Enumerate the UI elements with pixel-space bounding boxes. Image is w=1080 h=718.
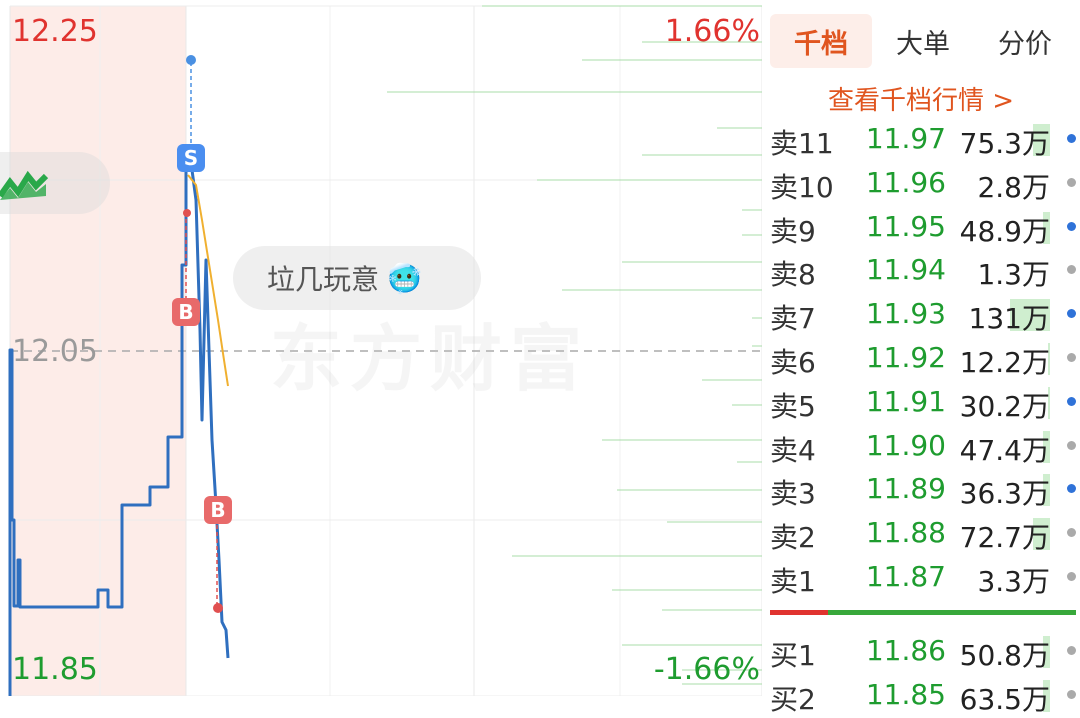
pct-low-label: -1.66% — [653, 652, 760, 687]
ask-row[interactable]: 卖4 11.90 47.4万 — [770, 425, 1080, 467]
price-mid-label: 12.05 — [12, 334, 98, 369]
price-low-label: 11.85 — [12, 652, 98, 687]
row-volume: 2.8万 — [977, 170, 1050, 204]
ask-row[interactable]: 卖5 11.91 30.2万 — [770, 381, 1080, 423]
sell-dot — [186, 55, 196, 65]
order-dot-icon — [1067, 177, 1076, 187]
row-price: 11.97 — [865, 122, 946, 155]
row-label: 买1 — [770, 639, 816, 672]
row-volume: 50.8万 — [959, 639, 1050, 672]
row-price: 11.87 — [865, 560, 946, 593]
pct-high-label: 1.66% — [664, 14, 760, 49]
order-dot-icon — [1067, 309, 1076, 319]
row-price: 11.89 — [865, 472, 946, 506]
row-label: 买2 — [770, 682, 816, 716]
ask-row[interactable]: 卖7 11.93 131万 — [770, 293, 1080, 335]
order-dot-icon — [1067, 134, 1076, 143]
row-price: 11.93 — [865, 297, 946, 331]
view-depth-link[interactable]: 查看千档行情 > — [762, 80, 1080, 117]
row-label: 卖3 — [770, 477, 816, 511]
order-dot-icon — [1067, 484, 1076, 494]
row-volume: 75.3万 — [959, 127, 1050, 160]
order-dot-icon — [1067, 528, 1076, 538]
row-price: 11.92 — [865, 341, 946, 374]
row-volume: 3.3万 — [977, 565, 1050, 598]
ask-row[interactable]: 卖3 11.89 36.3万 — [770, 468, 1080, 510]
order-dot-icon — [1067, 221, 1076, 231]
row-label: 卖4 — [770, 433, 816, 467]
sell-marker-text: S — [184, 146, 198, 170]
row-price: 11.90 — [865, 428, 946, 462]
row-label: 卖2 — [770, 521, 816, 555]
price-high-label: 12.25 — [12, 14, 98, 49]
order-dot-icon — [1067, 572, 1076, 581]
order-dot-icon — [1067, 646, 1076, 655]
row-volume: 131万 — [968, 302, 1050, 336]
row-label: 卖8 — [770, 258, 816, 292]
row-price: 11.85 — [865, 677, 946, 711]
row-volume: 12.2万 — [959, 346, 1050, 379]
order-dot-icon — [1067, 353, 1076, 362]
trend-icon — [0, 170, 49, 200]
bid-row[interactable]: 买1 11.86 50.8万 — [770, 630, 1080, 672]
gift-message-pill[interactable]: 垃几玩意 🥶 — [233, 246, 481, 310]
trend-bubble[interactable] — [0, 152, 110, 214]
order-dot-icon — [1067, 396, 1076, 406]
row-volume: 48.9万 — [959, 214, 1050, 248]
gift-emoji-icon: 🥶 — [387, 261, 422, 295]
order-dot-icon — [1067, 689, 1076, 699]
row-label: 卖1 — [770, 565, 816, 598]
row-price: 11.95 — [865, 209, 946, 243]
ask-row[interactable]: 卖1 11.87 3.3万 — [770, 556, 1080, 598]
row-label: 卖10 — [770, 170, 834, 204]
row-volume: 30.2万 — [959, 389, 1050, 423]
order-dot-icon — [1067, 440, 1076, 450]
ask-row[interactable]: 卖8 11.94 1.3万 — [770, 249, 1080, 291]
order-dot-icon — [1067, 265, 1076, 275]
panel-tabs: 千档 大单 分价 — [770, 14, 1076, 68]
tab-price-distribution[interactable]: 分价 — [974, 14, 1076, 68]
row-volume: 1.3万 — [977, 258, 1050, 292]
row-volume: 72.7万 — [959, 521, 1050, 555]
buy-dot-1 — [183, 209, 191, 217]
row-price: 11.96 — [865, 165, 946, 199]
row-label: 卖5 — [770, 389, 816, 423]
watermark: 东方财富 — [270, 317, 591, 401]
ask-row[interactable]: 卖6 11.92 12.2万 — [770, 337, 1080, 379]
row-price: 11.91 — [865, 384, 946, 418]
bid-ask-ratio-bar — [770, 610, 1076, 615]
ask-row[interactable]: 卖11 11.97 75.3万 — [770, 118, 1080, 160]
ask-row[interactable]: 卖2 11.88 72.7万 — [770, 512, 1080, 554]
buy-marker-2-text: B — [210, 498, 225, 522]
ask-row[interactable]: 卖10 11.96 2.8万 — [770, 162, 1080, 204]
row-volume: 63.5万 — [959, 682, 1050, 716]
ask-row[interactable]: 卖9 11.95 48.9万 — [770, 206, 1080, 248]
row-price: 11.94 — [865, 253, 946, 287]
row-label: 卖6 — [770, 346, 816, 379]
row-label: 卖9 — [770, 214, 816, 248]
bid-row[interactable]: 买2 11.85 63.5万 — [770, 674, 1080, 716]
row-volume: 47.4万 — [959, 433, 1050, 467]
buy-dot-2 — [213, 603, 223, 613]
order-book-panel: 千档 大单 分价 查看千档行情 > 卖11 11.97 75.3万卖10 11.96 2… — [762, 0, 1080, 716]
row-price: 11.88 — [865, 516, 946, 550]
gift-text: 垃几玩意 — [267, 263, 380, 296]
tab-depth[interactable]: 千档 — [770, 14, 872, 68]
row-label: 卖7 — [770, 302, 816, 336]
row-volume: 36.3万 — [959, 477, 1050, 511]
buy-marker-1-text: B — [178, 300, 193, 324]
intraday-chart[interactable]: SBB 12.25 12.05 11.85 1.66% -1.66% 东方财富 … — [0, 0, 763, 697]
row-price: 11.86 — [865, 634, 946, 667]
tab-big-orders[interactable]: 大单 — [872, 14, 974, 68]
row-label: 卖11 — [770, 127, 834, 160]
